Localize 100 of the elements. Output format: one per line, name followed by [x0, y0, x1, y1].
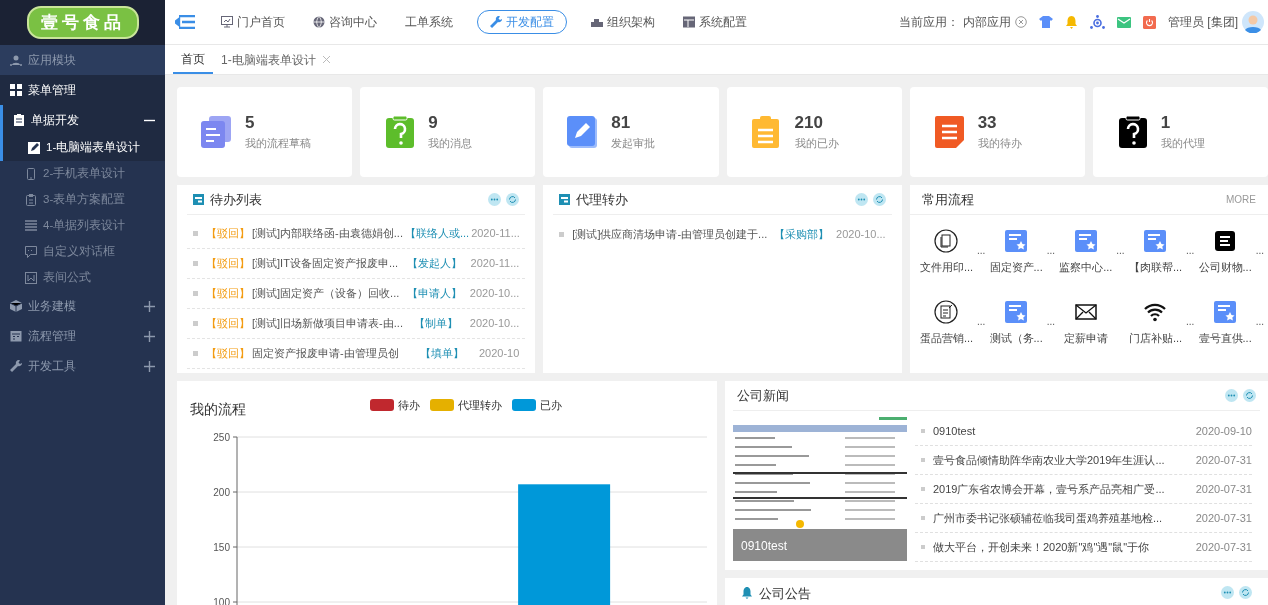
more-icon[interactable] — [1225, 389, 1238, 402]
task-title[interactable]: 固定资产报废申请-由管理员创 — [252, 345, 405, 362]
task-title[interactable]: [测试]固定资产（设备）回收... — [252, 285, 400, 302]
sidebar-item[interactable]: 开发工具 — [0, 351, 165, 381]
expand-icon[interactable] — [144, 360, 155, 372]
nav-tab[interactable]: 门户首页 — [217, 10, 289, 34]
more-icon[interactable] — [854, 193, 868, 206]
task-title[interactable]: [测试]内部联络函-由袁德娟创... — [252, 225, 403, 242]
flow-label[interactable]: 蛋品营销... — [919, 329, 974, 346]
power-icon[interactable] — [1143, 15, 1156, 29]
nav-tab[interactable]: 工单系统 — [401, 10, 457, 34]
starred-document-icon[interactable] — [1004, 229, 1029, 253]
task-title[interactable]: [测试]供应商清场申请-由管理员创建于... — [572, 225, 768, 243]
flow-label[interactable]: 门店补贴... — [1128, 329, 1183, 346]
refresh-icon[interactable] — [506, 193, 520, 206]
flow-label[interactable]: 【肉联帮... — [1128, 259, 1183, 276]
starred-document-icon[interactable] — [1073, 229, 1098, 253]
news-link[interactable]: 壹号食品倾情助阵华南农业大学2019年生涯认... — [933, 451, 1165, 469]
expand-icon[interactable] — [144, 300, 155, 312]
task-date: 2020-10... — [469, 286, 520, 302]
wrench-icon — [10, 360, 22, 372]
sidebar-item[interactable]: 流程管理 — [0, 321, 165, 351]
news-link[interactable]: 2019广东省农博会开幕，壹号系产品亮相广受... — [933, 480, 1165, 498]
stat-label: 我的流程草稿 — [245, 135, 311, 151]
flow-label[interactable]: 文件用印... — [919, 259, 974, 276]
document-circle-icon[interactable] — [934, 229, 959, 253]
stat-card[interactable]: 5 我的流程草稿 — [177, 87, 353, 177]
sidebar-subitem[interactable]: 3-表单方案配置 — [0, 187, 165, 213]
monitor-icon — [221, 16, 233, 28]
person-network-icon — [10, 54, 22, 66]
starred-document-icon[interactable] — [1213, 299, 1238, 324]
task-date: 2020-11... — [470, 256, 520, 272]
legend-swatch[interactable] — [370, 399, 394, 412]
flow-label[interactable]: 定薪申请 — [1063, 329, 1108, 346]
refresh-icon[interactable] — [1239, 586, 1252, 599]
bell-icon[interactable] — [1065, 15, 1078, 29]
phone-icon — [25, 168, 37, 180]
flow-label[interactable]: 测试（务... — [989, 329, 1043, 346]
news-link[interactable]: 广州市委书记张硕辅莅临我司蛋鸡养殖基地检... — [933, 509, 1163, 527]
shirt-icon[interactable] — [1039, 16, 1053, 28]
reject-tag: 【驳回】 — [206, 315, 250, 332]
nav-tab[interactable]: 咨询中心 — [309, 10, 381, 34]
refresh-icon[interactable] — [872, 193, 886, 206]
sidebar-subitem[interactable]: 2-手机表单设计 — [0, 161, 165, 187]
panel-title: 公司新闻 — [737, 386, 789, 405]
sidebar-item[interactable]: 单据开发 — [0, 105, 165, 135]
flow-label[interactable]: 监察中心... — [1059, 259, 1113, 276]
stat-card[interactable]: 210 我的已办 — [726, 87, 902, 177]
table-icon — [683, 16, 695, 28]
document-lines-icon[interactable] — [1213, 229, 1238, 253]
refresh-icon[interactable] — [1243, 389, 1256, 402]
news-date: 2020-07-31 — [1195, 452, 1252, 468]
stat-card[interactable]: 33 我的待办 — [909, 87, 1085, 177]
legend-swatch[interactable] — [512, 399, 536, 412]
panel-title: 常用流程 — [921, 190, 974, 209]
more-icon[interactable] — [488, 193, 502, 206]
avatar-icon[interactable] — [1242, 11, 1264, 33]
news-link[interactable]: 0910test — [933, 422, 976, 440]
sidebar-subitem[interactable]: 表间公式 — [0, 265, 165, 291]
ellipsis-mark: ... — [976, 244, 986, 258]
current-app-label: 当前应用： — [899, 14, 959, 31]
sidebar-item[interactable]: 菜单管理 — [0, 75, 165, 105]
close-icon[interactable] — [1015, 16, 1027, 28]
sidebar-subitem[interactable]: 4-单据列表设计 — [0, 213, 165, 239]
grid-icon — [10, 84, 22, 96]
stat-card[interactable]: 9 我的消息 — [360, 87, 536, 177]
menu-icon[interactable] — [175, 15, 195, 29]
sidebar-subitem[interactable]: 1-电脑端表单设计 — [0, 135, 165, 161]
flow-label[interactable]: 固定资产... — [989, 259, 1043, 276]
sidebar-subitem[interactable]: 自定义对话框 — [0, 239, 165, 265]
news-date: 2020-07-31 — [1195, 510, 1252, 526]
panel-title: 待办列表 — [210, 190, 262, 209]
document-circle-icon[interactable] — [934, 299, 959, 324]
page-tab[interactable]: 1-电脑端表单设计 — [213, 45, 338, 74]
panel-title: 代理转办 — [576, 190, 629, 209]
legend-swatch[interactable] — [430, 399, 454, 412]
stat-value: 9 — [428, 112, 439, 133]
stat-card[interactable]: 1 我的代理 — [1092, 87, 1268, 177]
news-link[interactable]: 做大平台，开创未来！2020新"鸡"遇"鼠"于你 — [933, 538, 1150, 556]
task-title[interactable]: [测试]IT设备固定资产报废申... — [252, 255, 399, 272]
role-tag: 【制单】 — [404, 315, 468, 332]
network-icon[interactable] — [1090, 15, 1105, 29]
nav-tab[interactable]: 组织架构 — [587, 10, 659, 34]
stat-card[interactable]: 81 发起审批 — [543, 87, 719, 177]
expand-icon[interactable] — [144, 330, 155, 342]
starred-document-icon[interactable] — [1143, 229, 1168, 253]
role-tag: 【采购部】 — [769, 225, 835, 243]
close-icon[interactable] — [322, 56, 330, 63]
task-title[interactable]: [测试]旧场新做项目申请表-由... — [252, 315, 403, 332]
more-icon[interactable] — [1221, 586, 1234, 599]
mail-icon[interactable] — [1117, 16, 1131, 28]
starred-document-icon[interactable] — [1004, 299, 1029, 324]
ellipsis-mark: ... — [1255, 244, 1264, 258]
sidebar-item[interactable]: 应用模块 — [0, 45, 165, 75]
user-name[interactable]: 管理员 [集团] — [1168, 13, 1238, 31]
sidebar-item[interactable]: 业务建模 — [0, 291, 165, 321]
flow-label[interactable]: 公司财物... — [1198, 259, 1252, 276]
flow-label[interactable]: 壹号直供... — [1198, 329, 1252, 346]
nav-tab[interactable]: 系统配置 — [679, 10, 751, 34]
page-tab[interactable]: 首页 — [173, 45, 213, 74]
